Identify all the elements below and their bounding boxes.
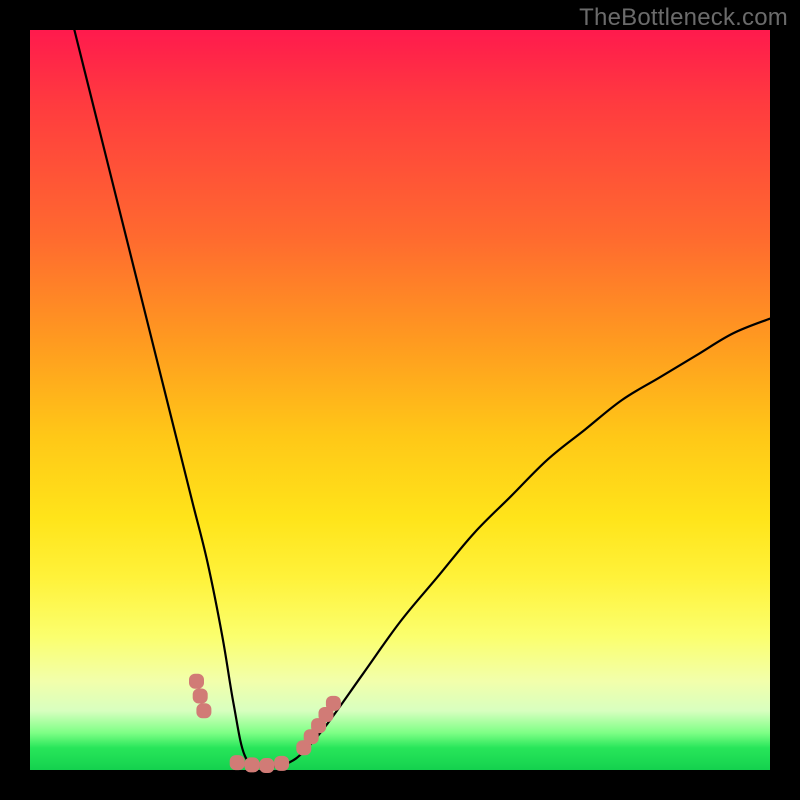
chart-frame: TheBottleneck.com xyxy=(0,0,800,800)
marker-point xyxy=(259,758,274,773)
plot-area xyxy=(30,30,770,770)
marker-point xyxy=(274,756,289,771)
marker-point xyxy=(230,755,245,770)
watermark-text: TheBottleneck.com xyxy=(579,4,788,32)
marker-point xyxy=(189,674,204,689)
marker-point xyxy=(326,696,341,711)
bottleneck-curve xyxy=(74,30,770,767)
marker-point xyxy=(196,703,211,718)
curve-layer xyxy=(30,30,770,770)
curve-markers xyxy=(189,674,341,773)
marker-point xyxy=(245,757,260,772)
marker-point xyxy=(193,689,208,704)
